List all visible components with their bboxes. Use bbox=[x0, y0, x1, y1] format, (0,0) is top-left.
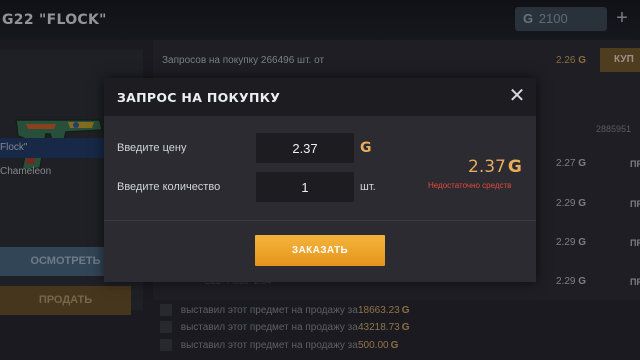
price-input[interactable] bbox=[256, 133, 354, 163]
unit-label: шт. bbox=[360, 181, 376, 193]
dialog-header: ЗАПРОС НА ПОКУПКУ ✕ bbox=[104, 78, 536, 116]
quantity-label: Введите количество bbox=[117, 181, 221, 193]
buy-request-dialog: ЗАПРОС НА ПОКУПКУ ✕ Введите цену G Введи… bbox=[104, 78, 536, 282]
total-price: 2.37 G bbox=[468, 157, 522, 177]
divider bbox=[104, 220, 536, 221]
quantity-input[interactable] bbox=[256, 172, 354, 202]
currency-icon: G bbox=[360, 140, 372, 156]
currency-icon: G bbox=[507, 157, 522, 177]
insufficient-funds-warning: Недостаточно средств bbox=[428, 181, 512, 190]
price-label: Введите цену bbox=[117, 142, 187, 154]
dialog-title: ЗАПРОС НА ПОКУПКУ bbox=[117, 90, 281, 105]
order-button[interactable]: ЗАКАЗАТЬ bbox=[255, 235, 385, 266]
close-icon[interactable]: ✕ bbox=[506, 86, 528, 108]
